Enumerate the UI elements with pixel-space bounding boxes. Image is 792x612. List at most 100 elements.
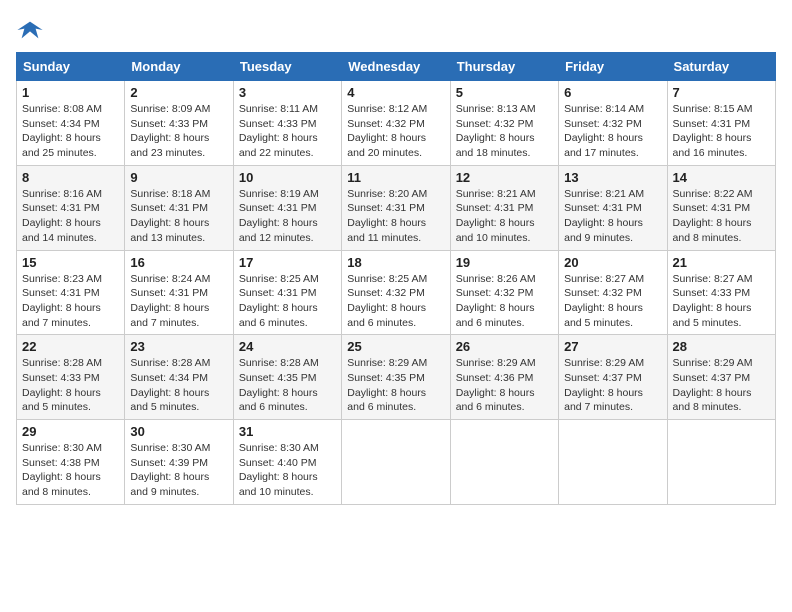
- calendar-day-cell: 20 Sunrise: 8:27 AM Sunset: 4:32 PM Dayl…: [559, 250, 667, 335]
- day-info: Sunrise: 8:09 AM Sunset: 4:33 PM Dayligh…: [130, 102, 227, 161]
- logo: [16, 16, 48, 44]
- weekday-header-cell: Saturday: [667, 53, 775, 81]
- calendar-day-cell: 7 Sunrise: 8:15 AM Sunset: 4:31 PM Dayli…: [667, 81, 775, 166]
- calendar-day-cell: 3 Sunrise: 8:11 AM Sunset: 4:33 PM Dayli…: [233, 81, 341, 166]
- calendar-day-cell: 24 Sunrise: 8:28 AM Sunset: 4:35 PM Dayl…: [233, 335, 341, 420]
- day-info: Sunrise: 8:27 AM Sunset: 4:32 PM Dayligh…: [564, 272, 661, 331]
- calendar-day-cell: 15 Sunrise: 8:23 AM Sunset: 4:31 PM Dayl…: [17, 250, 125, 335]
- day-info: Sunrise: 8:28 AM Sunset: 4:34 PM Dayligh…: [130, 356, 227, 415]
- day-number: 22: [22, 339, 119, 354]
- day-info: Sunrise: 8:12 AM Sunset: 4:32 PM Dayligh…: [347, 102, 444, 161]
- day-number: 17: [239, 255, 336, 270]
- day-number: 14: [673, 170, 770, 185]
- calendar-day-cell: 27 Sunrise: 8:29 AM Sunset: 4:37 PM Dayl…: [559, 335, 667, 420]
- calendar-day-cell: 11 Sunrise: 8:20 AM Sunset: 4:31 PM Dayl…: [342, 165, 450, 250]
- weekday-header-row: SundayMondayTuesdayWednesdayThursdayFrid…: [17, 53, 776, 81]
- calendar-week-row: 1 Sunrise: 8:08 AM Sunset: 4:34 PM Dayli…: [17, 81, 776, 166]
- calendar-week-row: 8 Sunrise: 8:16 AM Sunset: 4:31 PM Dayli…: [17, 165, 776, 250]
- calendar-day-cell: 29 Sunrise: 8:30 AM Sunset: 4:38 PM Dayl…: [17, 420, 125, 505]
- calendar-day-cell: 23 Sunrise: 8:28 AM Sunset: 4:34 PM Dayl…: [125, 335, 233, 420]
- day-number: 30: [130, 424, 227, 439]
- day-info: Sunrise: 8:29 AM Sunset: 4:37 PM Dayligh…: [673, 356, 770, 415]
- day-number: 20: [564, 255, 661, 270]
- calendar-day-cell: [667, 420, 775, 505]
- day-number: 13: [564, 170, 661, 185]
- calendar-day-cell: 9 Sunrise: 8:18 AM Sunset: 4:31 PM Dayli…: [125, 165, 233, 250]
- day-number: 7: [673, 85, 770, 100]
- day-info: Sunrise: 8:20 AM Sunset: 4:31 PM Dayligh…: [347, 187, 444, 246]
- day-info: Sunrise: 8:25 AM Sunset: 4:32 PM Dayligh…: [347, 272, 444, 331]
- day-info: Sunrise: 8:30 AM Sunset: 4:40 PM Dayligh…: [239, 441, 336, 500]
- day-info: Sunrise: 8:26 AM Sunset: 4:32 PM Dayligh…: [456, 272, 553, 331]
- calendar-week-row: 29 Sunrise: 8:30 AM Sunset: 4:38 PM Dayl…: [17, 420, 776, 505]
- day-number: 11: [347, 170, 444, 185]
- weekday-header-cell: Sunday: [17, 53, 125, 81]
- calendar-day-cell: 17 Sunrise: 8:25 AM Sunset: 4:31 PM Dayl…: [233, 250, 341, 335]
- calendar-day-cell: 14 Sunrise: 8:22 AM Sunset: 4:31 PM Dayl…: [667, 165, 775, 250]
- calendar-day-cell: 30 Sunrise: 8:30 AM Sunset: 4:39 PM Dayl…: [125, 420, 233, 505]
- weekday-header-cell: Tuesday: [233, 53, 341, 81]
- day-info: Sunrise: 8:15 AM Sunset: 4:31 PM Dayligh…: [673, 102, 770, 161]
- calendar-day-cell: 6 Sunrise: 8:14 AM Sunset: 4:32 PM Dayli…: [559, 81, 667, 166]
- day-number: 24: [239, 339, 336, 354]
- calendar-day-cell: 22 Sunrise: 8:28 AM Sunset: 4:33 PM Dayl…: [17, 335, 125, 420]
- day-number: 31: [239, 424, 336, 439]
- day-info: Sunrise: 8:19 AM Sunset: 4:31 PM Dayligh…: [239, 187, 336, 246]
- day-info: Sunrise: 8:18 AM Sunset: 4:31 PM Dayligh…: [130, 187, 227, 246]
- day-number: 19: [456, 255, 553, 270]
- day-number: 28: [673, 339, 770, 354]
- weekday-header-cell: Monday: [125, 53, 233, 81]
- calendar-day-cell: 26 Sunrise: 8:29 AM Sunset: 4:36 PM Dayl…: [450, 335, 558, 420]
- calendar-day-cell: 1 Sunrise: 8:08 AM Sunset: 4:34 PM Dayli…: [17, 81, 125, 166]
- calendar-day-cell: 18 Sunrise: 8:25 AM Sunset: 4:32 PM Dayl…: [342, 250, 450, 335]
- day-info: Sunrise: 8:27 AM Sunset: 4:33 PM Dayligh…: [673, 272, 770, 331]
- day-number: 29: [22, 424, 119, 439]
- calendar-day-cell: [450, 420, 558, 505]
- day-info: Sunrise: 8:14 AM Sunset: 4:32 PM Dayligh…: [564, 102, 661, 161]
- day-number: 25: [347, 339, 444, 354]
- day-number: 18: [347, 255, 444, 270]
- day-info: Sunrise: 8:30 AM Sunset: 4:38 PM Dayligh…: [22, 441, 119, 500]
- day-number: 16: [130, 255, 227, 270]
- day-info: Sunrise: 8:25 AM Sunset: 4:31 PM Dayligh…: [239, 272, 336, 331]
- day-number: 3: [239, 85, 336, 100]
- weekday-header-cell: Thursday: [450, 53, 558, 81]
- day-number: 4: [347, 85, 444, 100]
- calendar-day-cell: 5 Sunrise: 8:13 AM Sunset: 4:32 PM Dayli…: [450, 81, 558, 166]
- day-info: Sunrise: 8:28 AM Sunset: 4:33 PM Dayligh…: [22, 356, 119, 415]
- calendar-table: SundayMondayTuesdayWednesdayThursdayFrid…: [16, 52, 776, 505]
- calendar-day-cell: 31 Sunrise: 8:30 AM Sunset: 4:40 PM Dayl…: [233, 420, 341, 505]
- day-number: 26: [456, 339, 553, 354]
- calendar-day-cell: 2 Sunrise: 8:09 AM Sunset: 4:33 PM Dayli…: [125, 81, 233, 166]
- day-number: 2: [130, 85, 227, 100]
- calendar-day-cell: 16 Sunrise: 8:24 AM Sunset: 4:31 PM Dayl…: [125, 250, 233, 335]
- day-info: Sunrise: 8:11 AM Sunset: 4:33 PM Dayligh…: [239, 102, 336, 161]
- day-info: Sunrise: 8:21 AM Sunset: 4:31 PM Dayligh…: [564, 187, 661, 246]
- day-info: Sunrise: 8:08 AM Sunset: 4:34 PM Dayligh…: [22, 102, 119, 161]
- day-number: 8: [22, 170, 119, 185]
- calendar-body: 1 Sunrise: 8:08 AM Sunset: 4:34 PM Dayli…: [17, 81, 776, 505]
- weekday-header-cell: Wednesday: [342, 53, 450, 81]
- calendar-day-cell: 12 Sunrise: 8:21 AM Sunset: 4:31 PM Dayl…: [450, 165, 558, 250]
- day-info: Sunrise: 8:28 AM Sunset: 4:35 PM Dayligh…: [239, 356, 336, 415]
- calendar-day-cell: 4 Sunrise: 8:12 AM Sunset: 4:32 PM Dayli…: [342, 81, 450, 166]
- day-info: Sunrise: 8:23 AM Sunset: 4:31 PM Dayligh…: [22, 272, 119, 331]
- day-info: Sunrise: 8:16 AM Sunset: 4:31 PM Dayligh…: [22, 187, 119, 246]
- day-info: Sunrise: 8:29 AM Sunset: 4:35 PM Dayligh…: [347, 356, 444, 415]
- calendar-day-cell: [559, 420, 667, 505]
- day-number: 10: [239, 170, 336, 185]
- weekday-header-cell: Friday: [559, 53, 667, 81]
- day-number: 1: [22, 85, 119, 100]
- calendar-day-cell: 21 Sunrise: 8:27 AM Sunset: 4:33 PM Dayl…: [667, 250, 775, 335]
- day-number: 5: [456, 85, 553, 100]
- day-number: 21: [673, 255, 770, 270]
- calendar-week-row: 15 Sunrise: 8:23 AM Sunset: 4:31 PM Dayl…: [17, 250, 776, 335]
- day-number: 23: [130, 339, 227, 354]
- calendar-day-cell: 13 Sunrise: 8:21 AM Sunset: 4:31 PM Dayl…: [559, 165, 667, 250]
- logo-icon: [16, 16, 44, 44]
- calendar-day-cell: 10 Sunrise: 8:19 AM Sunset: 4:31 PM Dayl…: [233, 165, 341, 250]
- day-info: Sunrise: 8:29 AM Sunset: 4:36 PM Dayligh…: [456, 356, 553, 415]
- day-info: Sunrise: 8:21 AM Sunset: 4:31 PM Dayligh…: [456, 187, 553, 246]
- day-number: 27: [564, 339, 661, 354]
- day-info: Sunrise: 8:22 AM Sunset: 4:31 PM Dayligh…: [673, 187, 770, 246]
